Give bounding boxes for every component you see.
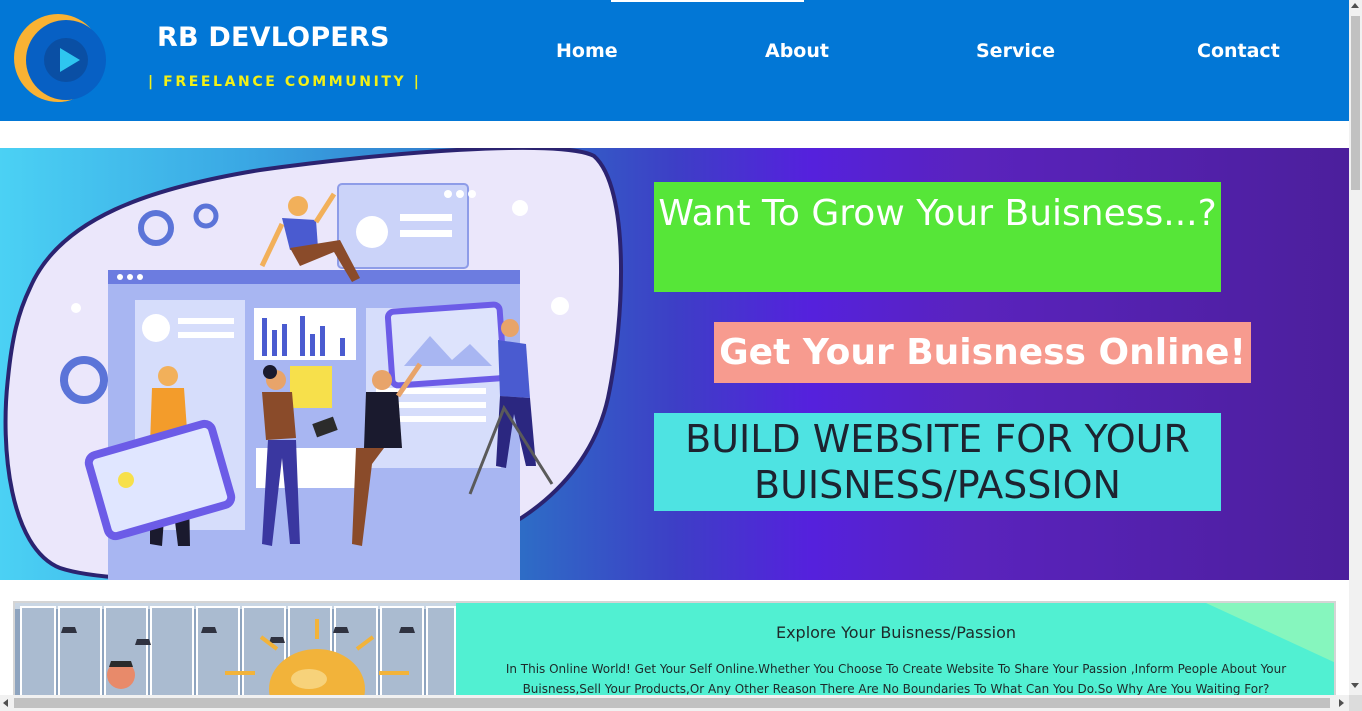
nav-contact[interactable]: Contact <box>1197 40 1280 62</box>
vertical-scrollbar[interactable] <box>1349 0 1362 695</box>
vertical-scroll-thumb[interactable] <box>1351 16 1360 190</box>
scrollbar-corner <box>1349 695 1362 711</box>
hero-headline: Want To Grow Your Buisness...? <box>654 182 1221 292</box>
nav-service[interactable]: Service <box>976 40 1055 62</box>
nav-about[interactable]: About <box>765 40 829 62</box>
explore-panel: Explore Your Buisness/Passion In This On… <box>456 603 1334 699</box>
nav-home[interactable]: Home <box>556 40 618 62</box>
office-lightbulb-illustration <box>15 603 456 699</box>
explore-section: Explore Your Buisness/Passion In This On… <box>13 601 1336 701</box>
scroll-right-icon[interactable] <box>1339 699 1344 707</box>
scroll-up-icon[interactable] <box>1351 3 1359 8</box>
explore-title: Explore Your Buisness/Passion <box>775 623 1017 642</box>
brand-subtitle: | FREELANCE COMMUNITY | <box>148 74 422 90</box>
hero-tagline: Get Your Buisness Online! <box>714 322 1251 383</box>
scroll-left-icon[interactable] <box>3 699 8 707</box>
horizontal-scrollbar[interactable] <box>0 695 1349 711</box>
brand-title[interactable]: RB DEVLOPERS <box>157 22 390 53</box>
horizontal-scroll-thumb[interactable] <box>14 698 1330 708</box>
hero-banner: Want To Grow Your Buisness...? Get Your … <box>0 148 1349 580</box>
hero-callout: BUILD WEBSITE FOR YOUR BUISNESS/PASSION <box>654 413 1221 511</box>
explore-body: In This Online World! Get Your Self Onli… <box>505 662 1287 696</box>
scroll-down-icon[interactable] <box>1351 683 1359 688</box>
site-header: RB DEVLOPERS | FREELANCE COMMUNITY | Hom… <box>0 0 1349 121</box>
page: RB DEVLOPERS | FREELANCE COMMUNITY | Hom… <box>0 0 1362 711</box>
team-building-website-illustration <box>3 148 624 580</box>
nav-active-indicator <box>611 0 804 2</box>
play-icon[interactable] <box>10 10 108 106</box>
